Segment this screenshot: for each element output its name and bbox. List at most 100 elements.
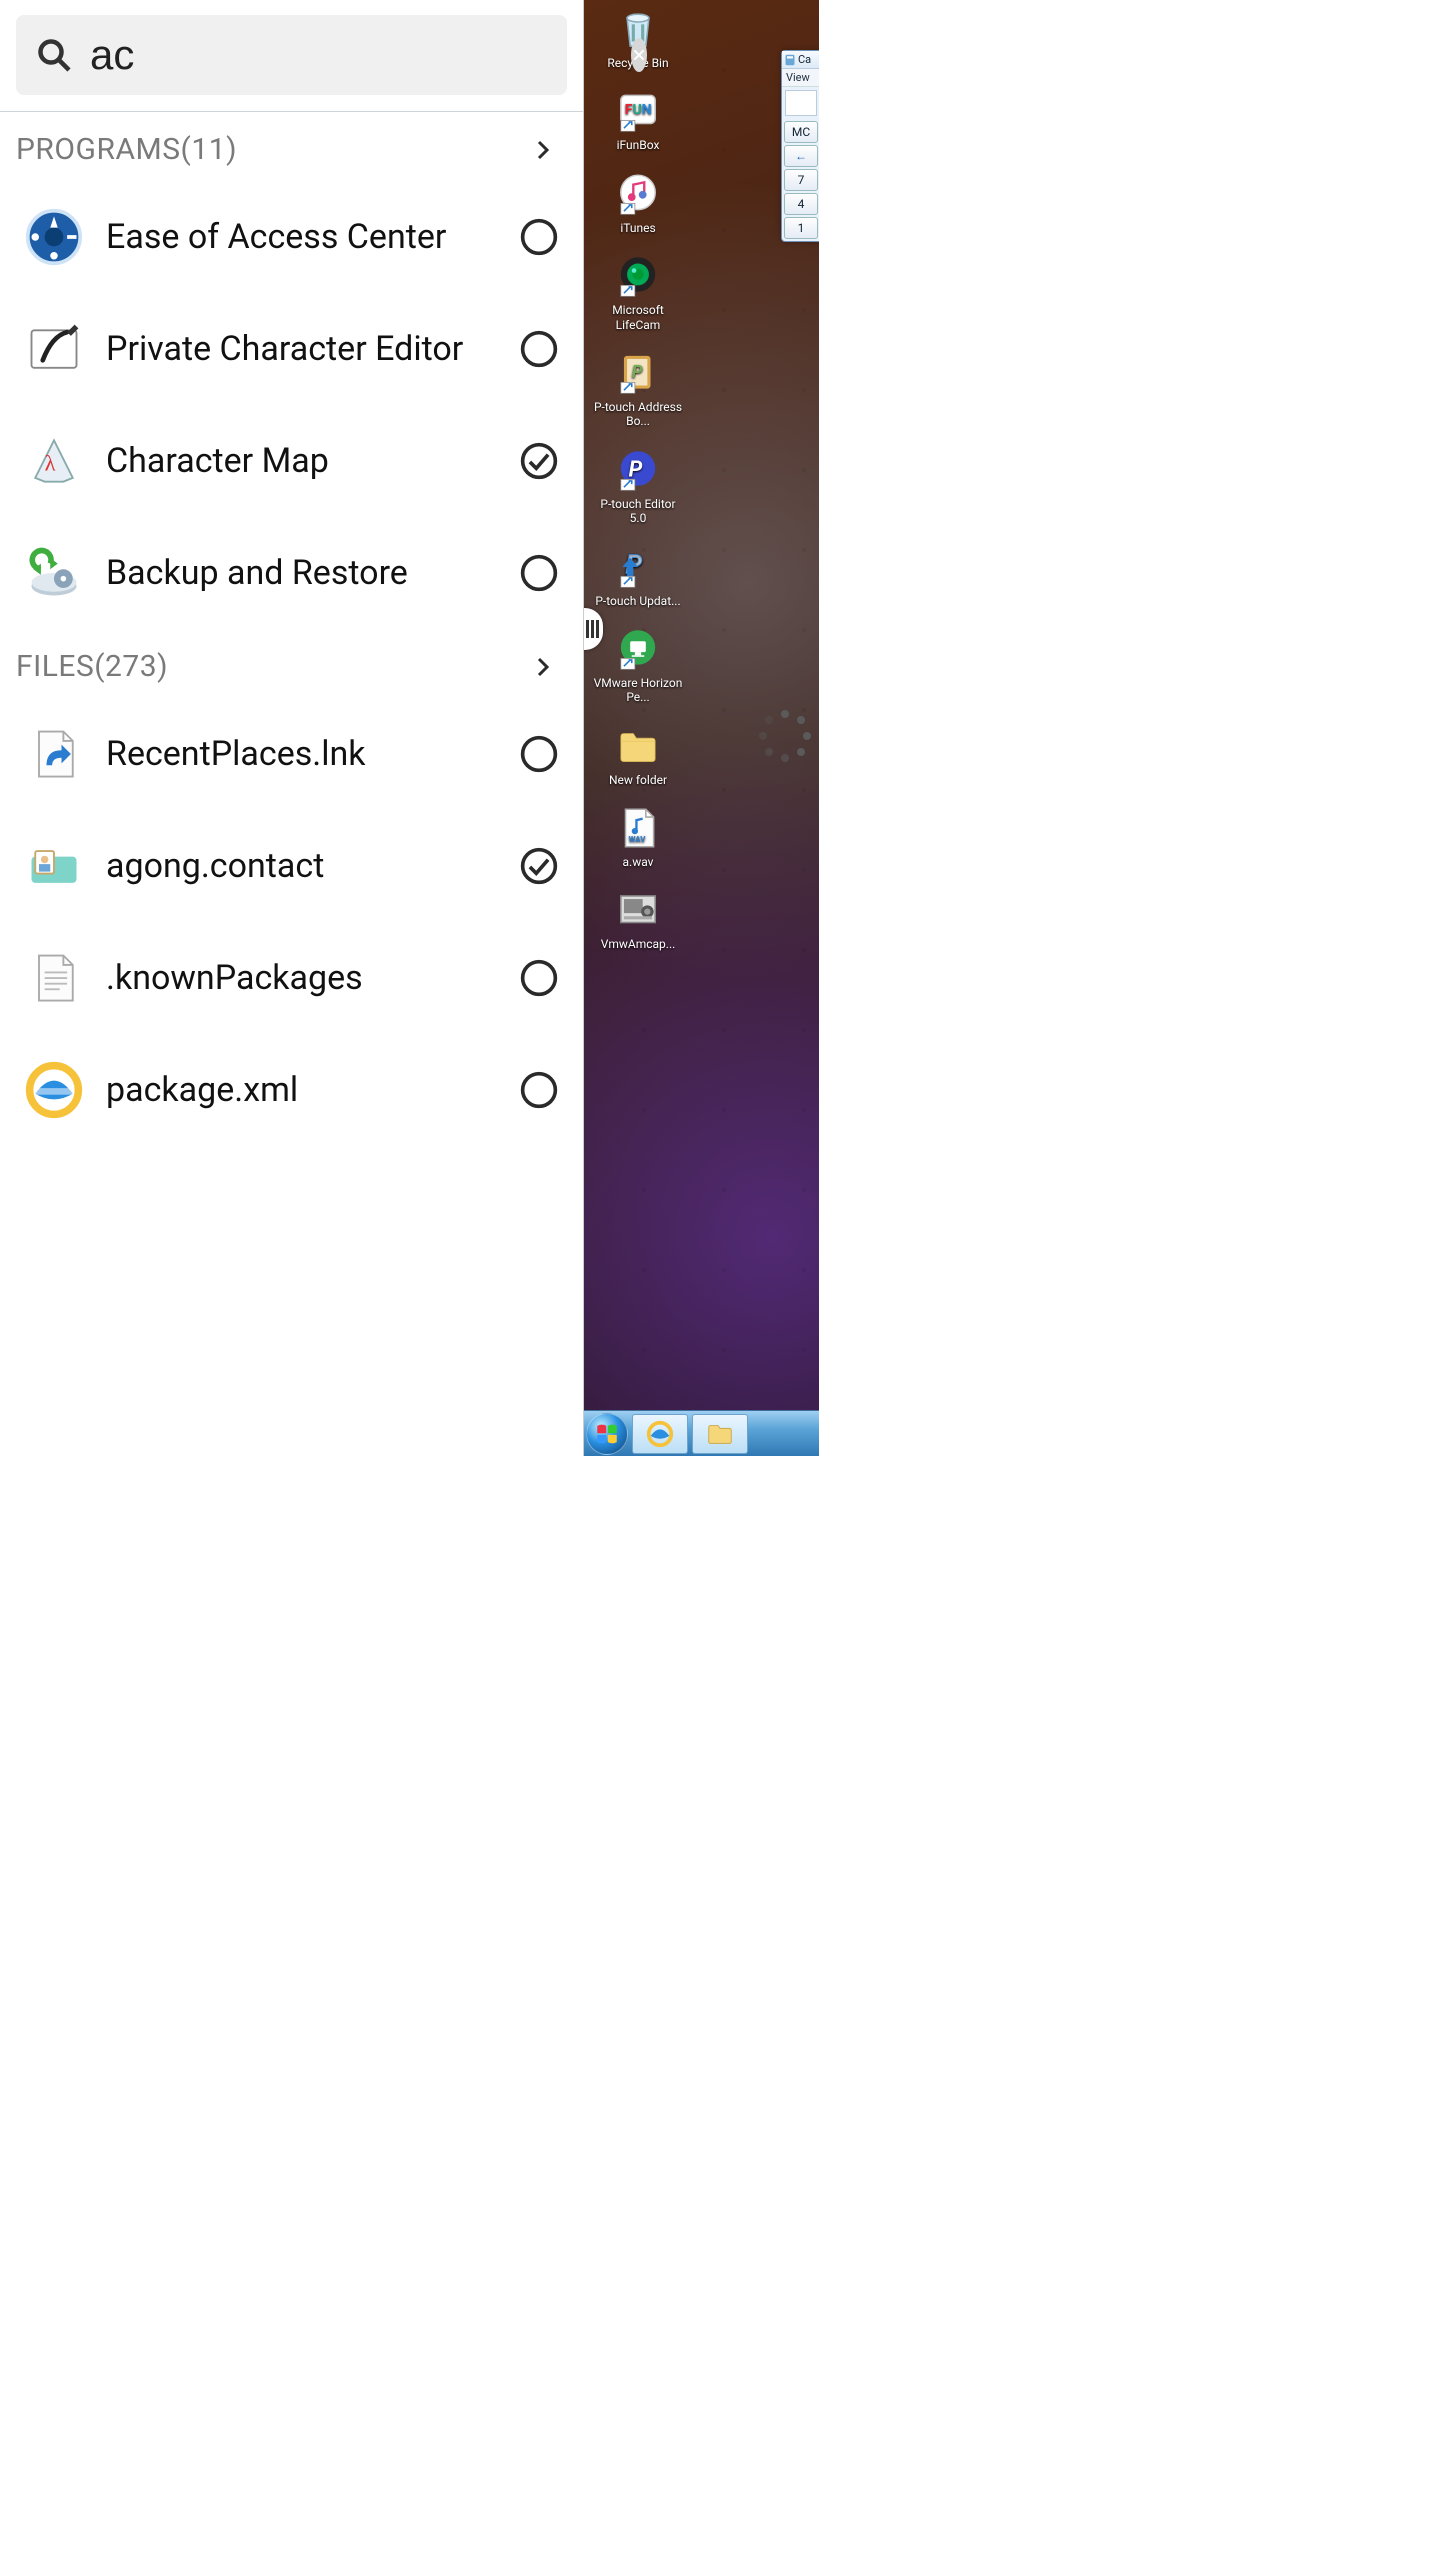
close-icon <box>631 47 647 63</box>
calc-key-1[interactable]: 1 <box>784 217 818 239</box>
chevron-right-icon <box>531 655 555 679</box>
search-bar[interactable] <box>16 15 567 95</box>
desktop-icon-label: Microsoft LifeCam <box>593 303 683 332</box>
ease-of-access-icon <box>22 205 86 269</box>
desktop-icon-label: a.wav <box>623 855 654 869</box>
calculator-display <box>785 90 817 116</box>
checkbox[interactable] <box>519 553 559 593</box>
desktop-icon-ifunbox[interactable]: FUN iFunBox <box>592 86 684 152</box>
ifunbox-icon: FUN <box>613 86 663 136</box>
internet-explorer-icon <box>645 1419 675 1449</box>
ie-xml-icon <box>22 1058 86 1122</box>
program-item-label: Character Map <box>86 441 519 481</box>
ptouch-address-icon: P <box>613 348 663 398</box>
search-icon <box>36 37 72 73</box>
file-item-label: package.xml <box>86 1070 519 1110</box>
file-item-label: RecentPlaces.lnk <box>86 734 519 774</box>
start-button[interactable] <box>586 1413 628 1455</box>
program-item-ease-of-access[interactable]: Ease of Access Center <box>0 181 583 293</box>
file-item-knownpackages[interactable]: .knownPackages <box>0 922 583 1034</box>
text-file-icon <box>22 946 86 1010</box>
desktop-icons-column: Recycle Bin FUN iFunBox iTunes Microsoft… <box>590 4 686 952</box>
desktop-icon-label: VmwAmcap... <box>601 937 676 951</box>
checkbox[interactable] <box>519 217 559 257</box>
desktop-icon-new-folder[interactable]: New folder <box>592 721 684 787</box>
desktop-icon-label: P-touch Editor 5.0 <box>593 497 683 526</box>
program-item-backup-restore[interactable]: Backup and Restore <box>0 517 583 629</box>
checkbox[interactable] <box>519 329 559 369</box>
files-section-label: FILES(273) <box>16 649 168 684</box>
taskbar[interactable] <box>584 1410 819 1456</box>
program-item-label: Backup and Restore <box>86 553 519 593</box>
file-item-package-xml[interactable]: package.xml <box>0 1034 583 1146</box>
desktop-icon-ptouch-address[interactable]: P P-touch Address Bo... <box>592 348 684 429</box>
folder-icon <box>613 721 663 771</box>
program-item-label: Ease of Access Center <box>86 217 519 257</box>
ptouch-update-icon: P <box>613 542 663 592</box>
checkbox[interactable] <box>519 1070 559 1110</box>
checkbox[interactable] <box>519 734 559 774</box>
files-list: RecentPlaces.lnk agong.contact .knownPac… <box>0 698 583 1146</box>
desktop-icon-lifecam[interactable]: Microsoft LifeCam <box>592 251 684 332</box>
desktop-icon-itunes[interactable]: iTunes <box>592 169 684 235</box>
desktop-icon-label: New folder <box>609 773 667 787</box>
calc-key-back[interactable]: ← <box>784 145 818 167</box>
taskbar-button-explorer[interactable] <box>692 1414 748 1454</box>
ptouch-editor-icon: P <box>613 445 663 495</box>
programs-section-header[interactable]: PROGRAMS(11) <box>0 112 583 181</box>
contact-file-icon <box>22 834 86 898</box>
calculator-title-text: Ca <box>798 53 811 66</box>
desktop-icon-label: iFunBox <box>617 138 660 152</box>
desktop-icon-label: iTunes <box>620 221 655 235</box>
character-map-icon: λ <box>22 429 86 493</box>
program-item-private-char-editor[interactable]: Private Character Editor <box>0 293 583 405</box>
desktop-icon-awav[interactable]: WAV a.wav <box>592 803 684 869</box>
windows-logo-icon <box>594 1421 620 1447</box>
desktop-area[interactable]: Recycle Bin FUN iFunBox iTunes Microsoft… <box>584 0 819 1456</box>
checkbox[interactable] <box>519 958 559 998</box>
programs-list: Ease of Access Center Private Character … <box>0 181 583 629</box>
checkbox-checked[interactable] <box>519 846 559 886</box>
calc-key-7[interactable]: 7 <box>784 169 818 191</box>
loading-spinner-icon <box>759 710 811 758</box>
svg-text:λ: λ <box>45 450 56 475</box>
calc-key-4[interactable]: 4 <box>784 193 818 215</box>
backup-restore-icon <box>22 541 86 605</box>
file-explorer-icon <box>705 1419 735 1449</box>
wav-file-icon: WAV <box>613 803 663 853</box>
checkbox-checked[interactable] <box>519 441 559 481</box>
private-char-editor-icon <box>22 317 86 381</box>
calculator-keys: MC ← 7 4 1 <box>782 119 819 241</box>
desktop-icon-ptouch-editor[interactable]: P P-touch Editor 5.0 <box>592 445 684 526</box>
desktop-icon-vmwamcap[interactable]: VmwAmcap... <box>592 885 684 951</box>
shortcut-file-icon <box>22 722 86 786</box>
file-item-label: agong.contact <box>86 846 519 886</box>
program-item-label: Private Character Editor <box>86 329 519 369</box>
clear-search-button[interactable] <box>631 38 647 72</box>
calc-key-mc[interactable]: MC <box>784 121 818 143</box>
chevron-right-icon <box>531 138 555 162</box>
desktop-icon-label: P-touch Address Bo... <box>593 400 683 429</box>
program-item-character-map[interactable]: λ Character Map <box>0 405 583 517</box>
file-item-agong-contact[interactable]: agong.contact <box>0 810 583 922</box>
vmwamcap-icon <box>613 885 663 935</box>
desktop-icon-label: P-touch Updat... <box>595 594 680 608</box>
svg-text:FUN: FUN <box>625 103 652 119</box>
svg-text:WAV: WAV <box>629 835 647 844</box>
calculator-menu-view[interactable]: View <box>782 69 819 87</box>
calculator-window[interactable]: Ca View MC ← 7 4 1 <box>781 50 819 242</box>
files-section-header[interactable]: FILES(273) <box>0 629 583 698</box>
lifecam-icon <box>613 251 663 301</box>
taskbar-button-ie[interactable] <box>632 1414 688 1454</box>
file-item-recentplaces[interactable]: RecentPlaces.lnk <box>0 698 583 810</box>
search-input[interactable] <box>72 31 631 79</box>
itunes-icon <box>613 169 663 219</box>
calculator-titlebar[interactable]: Ca <box>782 51 819 69</box>
desktop-icon-ptouch-update[interactable]: P P-touch Updat... <box>592 542 684 608</box>
svg-text:P: P <box>632 363 643 383</box>
calculator-app-icon <box>784 54 796 66</box>
programs-section-label: PROGRAMS(11) <box>16 132 237 167</box>
desktop-icon-vmware-horizon[interactable]: VMware Horizon Pe... <box>592 624 684 705</box>
search-bar-container <box>0 0 583 112</box>
file-item-label: .knownPackages <box>86 958 519 998</box>
